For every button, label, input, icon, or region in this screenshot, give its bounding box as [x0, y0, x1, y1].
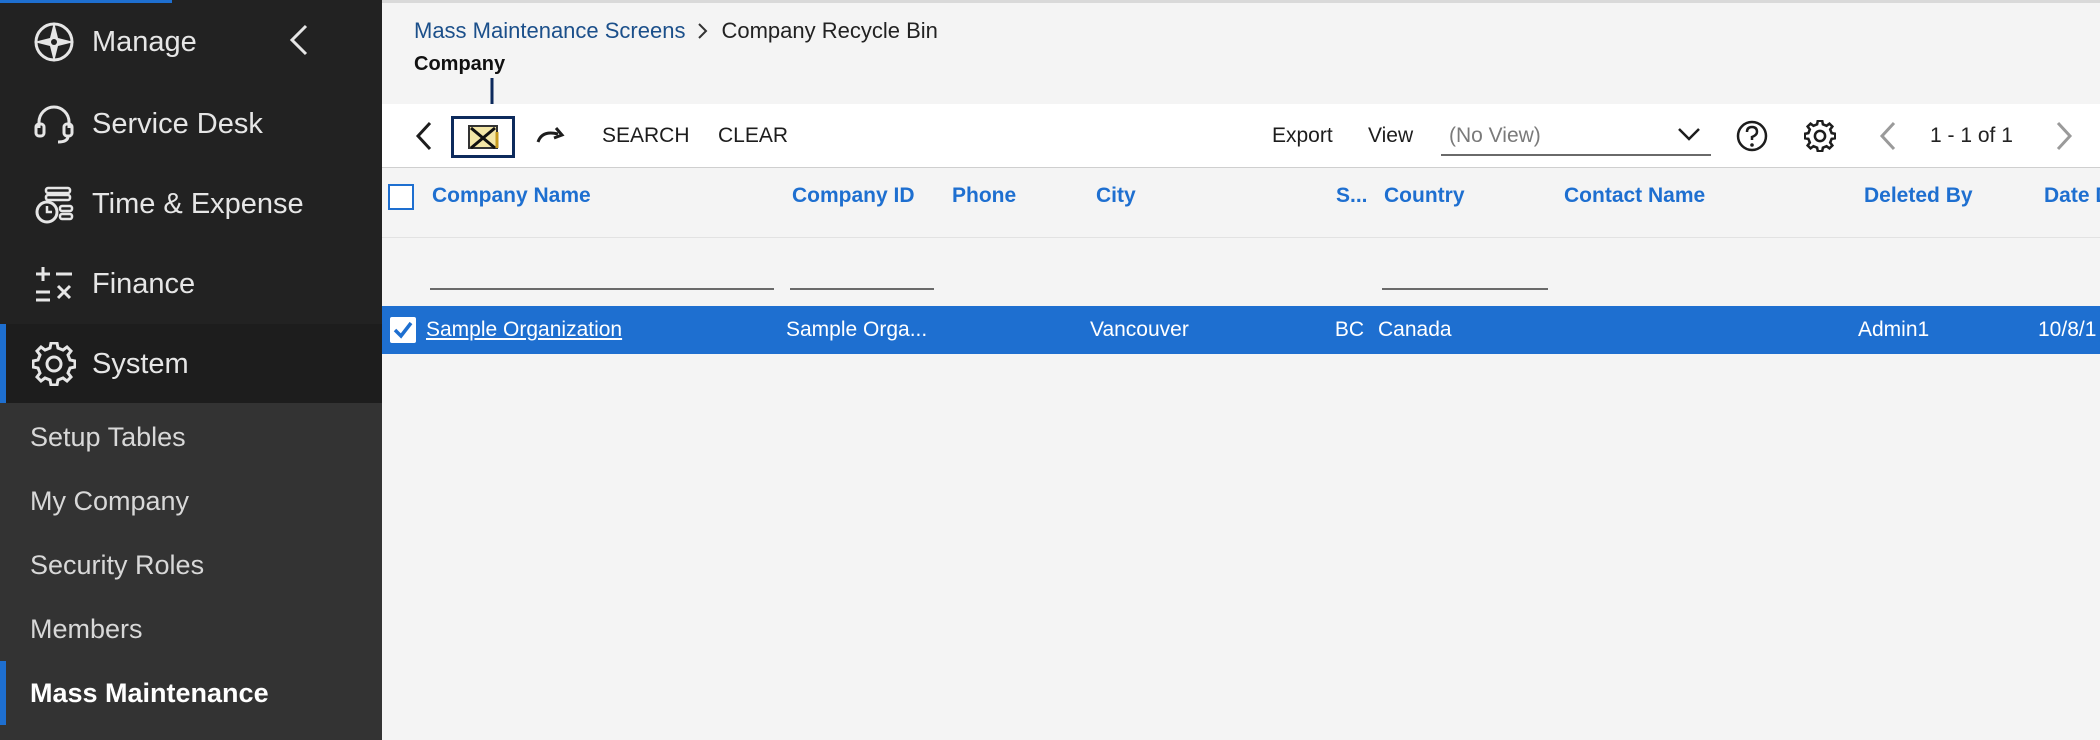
- compass-icon: [32, 20, 76, 64]
- filter-underline: [430, 288, 774, 290]
- column-header-contact-name[interactable]: Contact Name: [1564, 168, 1705, 224]
- state-cell: BC: [1334, 318, 1364, 341]
- sidebar-item-label: Manage: [92, 25, 197, 58]
- table-row[interactable]: Sample Organization Sample Orga... Vanco…: [382, 306, 2100, 354]
- submenu-item-label: Mass Maintenance: [30, 677, 269, 708]
- sidebar-item-service-desk[interactable]: Service Desk: [0, 84, 382, 164]
- column-header-country[interactable]: Country: [1384, 168, 1465, 224]
- row-checkbox[interactable]: [390, 317, 416, 343]
- sidebar-item-label: Service Desk: [92, 107, 263, 140]
- redo-arrow-icon: [536, 127, 565, 143]
- sidebar-item-label: Time & Expense: [92, 187, 304, 220]
- company-name-filter-input[interactable]: [430, 260, 774, 290]
- company-name-link[interactable]: Sample Organization: [426, 306, 622, 354]
- city-cell: Vancouver: [1090, 318, 1189, 341]
- grid-header: Company Name Company ID Phone City S... …: [382, 168, 2100, 238]
- date-deleted-cell: 10/8/1: [2038, 318, 2097, 341]
- select-all-checkbox[interactable]: [388, 184, 414, 210]
- view-select[interactable]: (No View): [1441, 118, 1711, 156]
- system-submenu: Setup Tables My Company Security Roles M…: [0, 403, 382, 740]
- column-header-city[interactable]: City: [1096, 168, 1136, 224]
- checkmark-icon: [393, 321, 413, 339]
- sidebar-item-time-expense[interactable]: Time & Expense: [0, 164, 382, 244]
- submenu-item-security-roles[interactable]: Security Roles: [0, 533, 382, 597]
- pager-text: 1 - 1 of 1: [1930, 124, 2013, 147]
- top-border: [382, 0, 2100, 3]
- sidebar-item-manage[interactable]: Manage: [0, 2, 382, 82]
- restore-icon: [468, 125, 499, 150]
- column-header-date-deleted[interactable]: Date D: [2044, 168, 2100, 224]
- breadcrumb-current: Company Recycle Bin: [721, 18, 938, 43]
- view-select-value: (No View): [1449, 124, 1541, 147]
- column-header-company-name[interactable]: Company Name: [432, 168, 591, 224]
- export-button[interactable]: Export: [1272, 104, 1333, 168]
- chevron-right-icon: [697, 22, 709, 40]
- chevron-left-icon: [289, 24, 308, 56]
- column-header-phone[interactable]: Phone: [952, 168, 1016, 224]
- previous-page-button[interactable]: [1870, 118, 1906, 154]
- filter-underline: [1382, 288, 1548, 290]
- finance-icon: [32, 262, 76, 306]
- active-indicator: [0, 661, 6, 725]
- breadcrumb: Mass Maintenance Screens Company Recycle…: [414, 16, 938, 46]
- chevron-down-icon: [1677, 126, 1701, 147]
- submenu-item-setup-tables[interactable]: Setup Tables: [0, 405, 382, 469]
- help-icon: [1736, 120, 1768, 152]
- sidebar-item-label: System: [92, 347, 189, 380]
- submenu-item-label: My Company: [30, 485, 190, 516]
- help-button[interactable]: [1734, 118, 1770, 154]
- active-indicator: [0, 324, 6, 404]
- gear-icon: [32, 342, 76, 386]
- page-title: Company: [414, 53, 506, 75]
- submenu-item-label: Setup Tables: [30, 421, 186, 452]
- deleted-by-cell: Admin1: [1858, 318, 1930, 341]
- sidebar-item-system[interactable]: System: [0, 324, 382, 404]
- sidebar: Manage Service Desk Time & Expense Finan…: [0, 0, 382, 740]
- column-header-state[interactable]: S...: [1336, 168, 1368, 224]
- submenu-item-label: Members: [30, 613, 143, 644]
- breadcrumb-link[interactable]: Mass Maintenance Screens: [414, 18, 685, 44]
- main-content: Mass Maintenance Screens Company Recycle…: [382, 0, 2100, 740]
- company-id-filter-input[interactable]: [790, 260, 934, 290]
- next-page-button[interactable]: [2046, 118, 2082, 154]
- submenu-item-mass-maintenance[interactable]: Mass Maintenance: [0, 661, 382, 725]
- submenu-item-my-company[interactable]: My Company: [0, 469, 382, 533]
- submenu-item-label: Security Roles: [30, 549, 205, 580]
- filter-underline: [790, 288, 934, 290]
- sidebar-item-finance[interactable]: Finance: [0, 244, 382, 324]
- refresh-button[interactable]: [532, 118, 568, 154]
- chevron-right-icon: [2056, 121, 2073, 151]
- clear-button[interactable]: CLEAR: [718, 104, 788, 168]
- column-header-company-id[interactable]: Company ID: [792, 168, 915, 224]
- toolbar: SEARCH CLEAR Export View (No View) 1 - 1…: [382, 104, 2100, 168]
- settings-button[interactable]: [1802, 118, 1838, 154]
- company-id-cell: Sample Orga...: [786, 318, 928, 341]
- view-label: View: [1368, 124, 1414, 147]
- search-button[interactable]: SEARCH: [602, 104, 690, 168]
- chevron-left-icon: [415, 121, 432, 151]
- restore-button[interactable]: [451, 116, 515, 158]
- country-cell: Canada: [1378, 318, 1452, 341]
- headset-icon: [32, 102, 76, 146]
- sidebar-item-label: Finance: [92, 267, 196, 300]
- time-expense-icon: [32, 182, 76, 226]
- column-header-deleted-by[interactable]: Deleted By: [1864, 168, 1973, 224]
- submenu-item-members[interactable]: Members: [0, 597, 382, 661]
- gear-icon: [1804, 120, 1836, 152]
- country-filter-input[interactable]: [1382, 260, 1548, 290]
- chevron-left-icon: [1879, 121, 1896, 151]
- back-button[interactable]: [406, 118, 442, 154]
- collapse-sidebar-button[interactable]: [282, 20, 316, 60]
